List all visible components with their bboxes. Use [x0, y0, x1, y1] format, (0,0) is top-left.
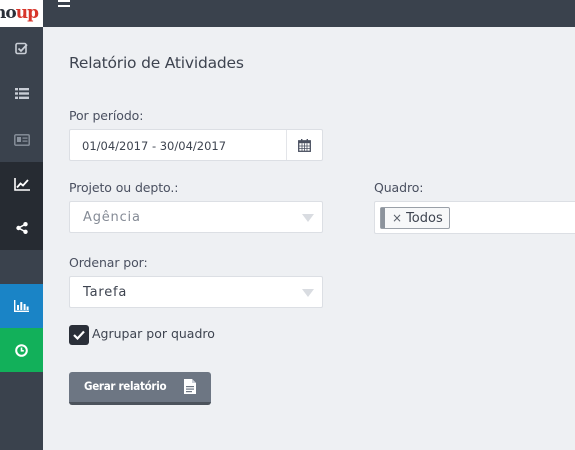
ordenar-label: Ordenar por:	[69, 255, 148, 270]
periodo-label: Por período:	[69, 108, 144, 123]
agrupar-checkbox[interactable]	[69, 325, 89, 345]
clock-icon	[15, 343, 28, 357]
logo-text-accent: up	[15, 3, 39, 23]
line-chart-icon	[13, 177, 30, 191]
sidebar-item-statistics[interactable]	[0, 284, 43, 328]
date-picker-button[interactable]	[286, 130, 322, 160]
sidebar-item-list[interactable]	[0, 69, 43, 117]
id-card-icon	[13, 133, 30, 146]
page-title: Relatório de Atividades	[69, 54, 244, 72]
sidebar-item-reports[interactable]	[0, 162, 43, 206]
projeto-label: Projeto ou depto.:	[69, 180, 179, 195]
menu-toggle-icon[interactable]	[58, 0, 74, 12]
gerar-relatorio-button[interactable]: Gerar relatório	[69, 372, 211, 405]
top-bar	[43, 0, 575, 27]
checkmark-icon	[73, 330, 85, 340]
projeto-select[interactable]: Agência	[69, 201, 323, 233]
chevron-down-icon	[302, 214, 314, 222]
bar-chart-icon	[14, 300, 29, 312]
quadro-label: Quadro:	[374, 180, 424, 195]
sidebar-item-share[interactable]	[0, 206, 43, 250]
share-icon	[15, 222, 28, 234]
sidebar-item-tasks[interactable]	[0, 27, 43, 69]
projeto-select-value: Agência	[83, 210, 141, 225]
sidebar: noup	[0, 0, 43, 450]
calendar-icon	[298, 138, 311, 152]
logo-text-dark: no	[0, 3, 17, 23]
main-content: Relatório de Atividades Por período: 01/…	[43, 27, 575, 450]
document-icon	[184, 379, 196, 394]
chevron-down-icon	[302, 289, 314, 297]
ordenar-select[interactable]: Tarefa	[69, 276, 323, 308]
app-logo[interactable]: noup	[0, 0, 43, 27]
date-range-value: 01/04/2017 - 30/04/2017	[82, 139, 227, 153]
quadro-tag: × Todos	[380, 207, 450, 229]
date-range-input[interactable]: 01/04/2017 - 30/04/2017	[69, 129, 323, 161]
gerar-relatorio-label: Gerar relatório	[84, 379, 167, 393]
sidebar-item-contacts[interactable]	[0, 117, 43, 162]
quadro-multiselect[interactable]: × Todos	[374, 201, 575, 234]
quadro-tag-label: Todos	[406, 210, 443, 226]
sidebar-item-time[interactable]	[0, 328, 43, 372]
list-icon	[14, 87, 29, 99]
agrupar-label[interactable]: Agrupar por quadro	[92, 326, 215, 341]
tag-remove-icon[interactable]: ×	[392, 211, 402, 225]
ordenar-select-value: Tarefa	[83, 285, 128, 300]
check-square-icon	[15, 42, 28, 54]
